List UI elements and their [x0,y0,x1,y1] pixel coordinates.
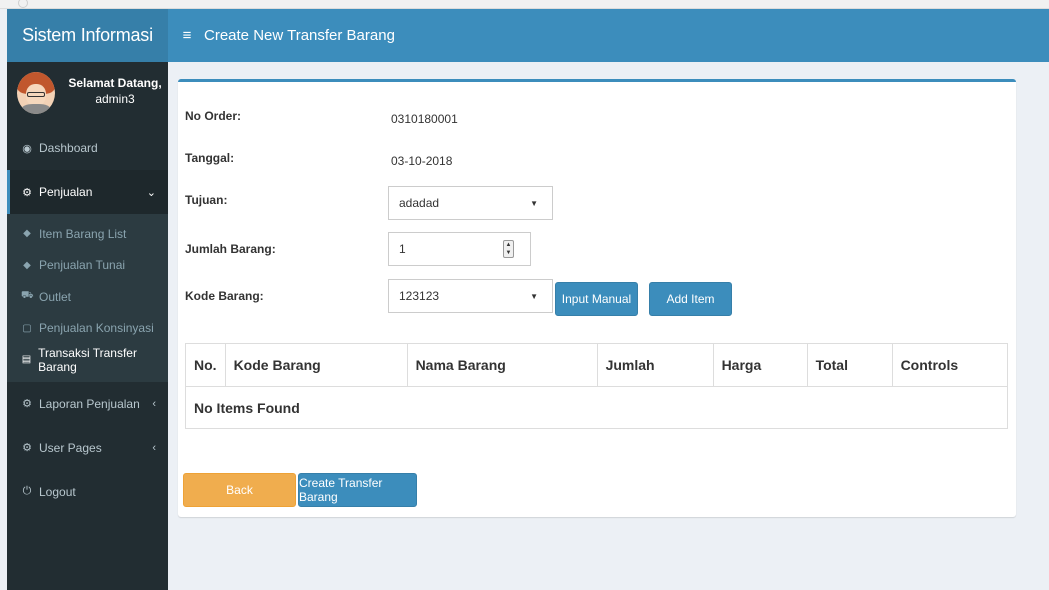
user-greeting: Selamat Datang, [68,76,162,90]
no-order-value: 0310180001 [391,112,458,126]
sidebar-item-dashboard[interactable]: ◉ Dashboard [7,126,168,170]
table-row: No Items Found [185,386,1008,429]
sidebar-item-outlet[interactable]: ⛟ Outlet [7,281,168,313]
sidebar-item-label: Penjualan Tunai [39,258,126,273]
tujuan-select[interactable]: adadad ▼ [388,186,553,220]
sidebar-item-laporan-penjualan[interactable]: ⚙ Laporan Penjualan ‹ [7,382,168,426]
table-header-row: No. Kode Barang Nama Barang Jumlah Harga… [185,343,1009,387]
dashboard-icon: ◉ [22,142,32,155]
tujuan-label: Tujuan: [185,193,228,207]
tag-icon: ◆ [23,259,31,271]
add-item-button[interactable]: Add Item [649,282,732,316]
chevron-down-icon: ▼ [530,291,538,301]
sidebar-item-label: Logout [39,484,76,499]
sidebar-submenu: ◆ Item Barang List ◆ Penjualan Tunai ⛟ O… [7,214,168,382]
app-brand[interactable]: Sistem Informasi [7,9,168,62]
avatar [17,72,55,114]
tag-icon: ◆ [23,228,31,240]
chevron-left-icon: ‹ [152,397,156,410]
sidebar-item-user-pages[interactable]: ⚙ User Pages ‹ [7,426,168,470]
top-header: ≡ Create New Transfer Barang [168,9,1049,62]
input-manual-button[interactable]: Input Manual [555,282,638,316]
items-table: No. Kode Barang Nama Barang Jumlah Harga… [185,343,1009,429]
browser-button [18,0,28,8]
sidebar-item-label: Laporan Penjualan [39,396,140,411]
chevron-left-icon: ‹ [152,441,156,454]
column-header: No. [185,343,226,387]
column-header: Total [806,343,893,387]
spinner-icon[interactable]: ▲ ▼ [503,240,514,258]
sidebar-item-label: User Pages [39,440,102,455]
cart-icon: ⛟ [21,290,34,302]
column-header: Jumlah [596,343,714,387]
file-icon: ▢ [22,322,32,334]
sidebar-item-label: Outlet [39,289,72,304]
jumlah-value: 1 [399,242,406,256]
sidebar-item-logout[interactable]: ⏻ Logout [7,470,168,514]
user-panel: Selamat Datang, admin3 [7,62,168,126]
empty-message: No Items Found [185,386,1008,429]
cogs-icon: ⚙ [22,442,32,454]
column-header: Controls [891,343,1009,387]
no-order-label: No Order: [185,109,242,123]
kode-label: Kode Barang: [185,289,264,303]
cogs-icon: ⚙ [22,186,32,199]
kode-barang-select[interactable]: 123123 ▼ [388,279,553,313]
chevron-down-icon: ⌄ [146,186,156,199]
browser-chrome [0,0,1049,9]
form-box: No Order: 0310180001 Tanggal: 03-10-2018… [178,79,1016,517]
sidebar-item-penjualan-konsinyasi[interactable]: ▢ Penjualan Konsinyasi [7,313,168,345]
chevron-down-icon: ▼ [530,198,538,208]
tanggal-label: Tanggal: [185,151,235,165]
jumlah-label: Jumlah Barang: [185,242,276,256]
menu-toggle-icon[interactable]: ≡ [179,27,195,44]
tanggal-value: 03-10-2018 [391,154,453,168]
page-title: Create New Transfer Barang [204,27,395,44]
column-header: Kode Barang [224,343,408,387]
sidebar-item-penjualan[interactable]: ⚙ Penjualan ⌄ [7,170,168,214]
back-button[interactable]: Back [183,473,296,507]
tujuan-selected-value: adadad [399,196,440,210]
sidebar-item-label: Penjualan [39,185,93,199]
sidebar-item-item-barang-list[interactable]: ◆ Item Barang List [7,218,168,250]
sidebar-item-label: Item Barang List [39,226,127,241]
column-header: Harga [712,343,808,387]
sidebar-item-label: Transaksi Transfer Barang [38,345,137,374]
create-transfer-barang-button[interactable]: Create Transfer Barang [298,473,417,507]
user-name: admin3 [95,92,135,106]
sidebar-item-penjualan-tunai[interactable]: ◆ Penjualan Tunai [7,250,168,282]
jumlah-stepper[interactable]: 1 ▲ ▼ [388,232,531,266]
power-icon: ⏻ [22,485,32,497]
sidebar-item-label: Dashboard [39,141,98,155]
sidebar-item-transaksi-transfer-barang[interactable]: ▤ Transaksi Transfer Barang [7,344,168,376]
kode-selected-value: 123123 [399,289,440,303]
column-header: Nama Barang [406,343,598,387]
sidebar: Sistem Informasi Selamat Datang, admin3 … [7,9,168,590]
list-icon: ▤ [21,354,32,366]
sidebar-item-label: Penjualan Konsinyasi [39,321,154,336]
cogs-icon: ⚙ [22,398,32,410]
